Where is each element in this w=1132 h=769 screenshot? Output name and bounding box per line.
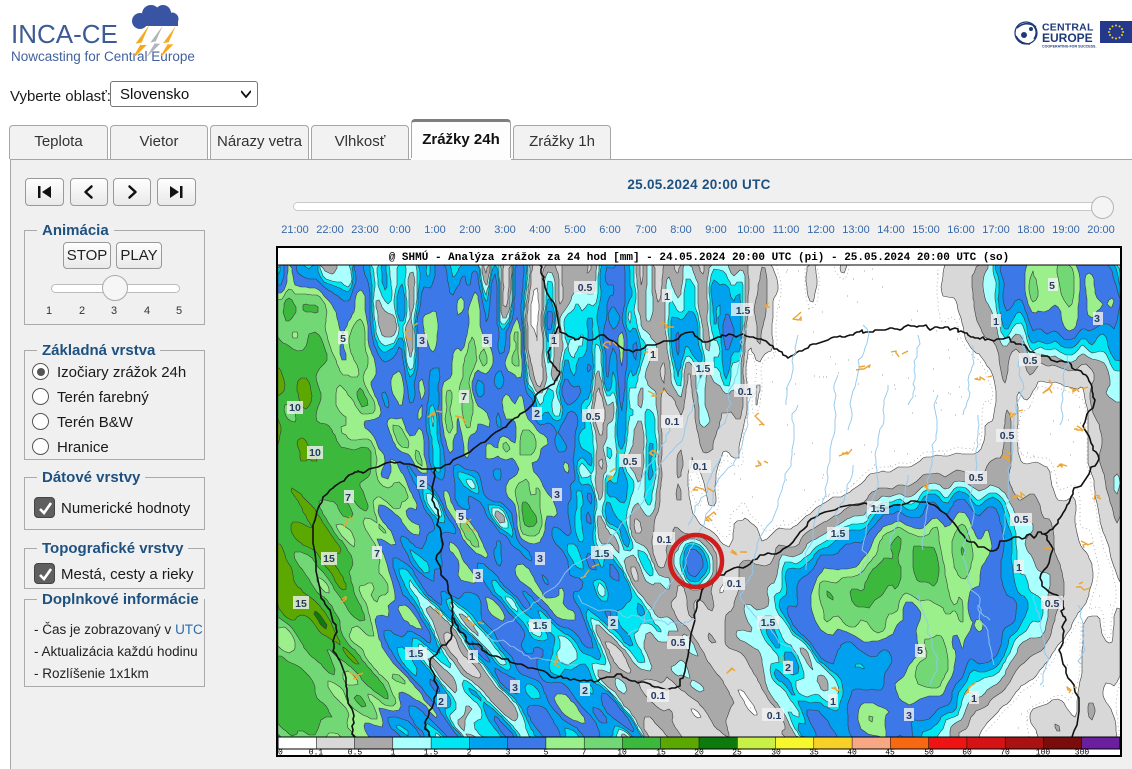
svg-text:3: 3	[554, 489, 560, 501]
svg-text:3: 3	[1094, 313, 1100, 325]
svg-text:0.1: 0.1	[657, 534, 672, 546]
svg-text:5: 5	[340, 333, 346, 345]
svg-text:0.1: 0.1	[693, 461, 708, 473]
svg-text:1.5: 1.5	[761, 617, 776, 629]
svg-text:1.5: 1.5	[736, 305, 751, 317]
svg-text:3: 3	[419, 335, 425, 347]
svg-text:0.5: 0.5	[671, 637, 686, 649]
svg-text:0.5: 0.5	[1045, 598, 1060, 610]
svg-text:1.5: 1.5	[831, 528, 846, 540]
svg-text:0.5: 0.5	[623, 456, 638, 468]
svg-text:2: 2	[534, 408, 540, 420]
svg-text:3: 3	[906, 710, 912, 722]
svg-text:5: 5	[458, 511, 464, 523]
svg-text:0.5: 0.5	[586, 411, 601, 423]
svg-text:@ SHMÚ - Analýza zrážok za 24: @ SHMÚ - Analýza zrážok za 24 hod [mm] -…	[389, 250, 1010, 264]
svg-text:1.5: 1.5	[409, 648, 424, 660]
svg-text:1.5: 1.5	[696, 363, 711, 375]
svg-text:1: 1	[993, 316, 999, 328]
svg-text:5: 5	[1049, 280, 1055, 292]
svg-text:COOPERATING FOR SUCCESS.: COOPERATING FOR SUCCESS.	[1042, 45, 1096, 49]
svg-text:1: 1	[971, 693, 977, 705]
svg-text:0.1: 0.1	[665, 416, 680, 428]
svg-text:2: 2	[785, 662, 791, 674]
svg-text:0.5: 0.5	[1000, 430, 1015, 442]
svg-text:3: 3	[537, 553, 543, 565]
svg-text:0.1: 0.1	[727, 578, 742, 590]
svg-text:10: 10	[309, 447, 321, 459]
svg-text:2: 2	[438, 696, 444, 708]
svg-text:1: 1	[551, 335, 557, 347]
svg-text:0.5: 0.5	[1014, 514, 1029, 526]
svg-text:0.1: 0.1	[738, 386, 753, 398]
svg-text:7: 7	[374, 548, 380, 560]
svg-text:0.5: 0.5	[578, 282, 593, 294]
svg-text:3: 3	[475, 570, 481, 582]
svg-text:7: 7	[345, 492, 351, 504]
svg-text:0.1: 0.1	[767, 710, 782, 722]
svg-text:5: 5	[917, 645, 923, 657]
svg-text:1: 1	[664, 291, 670, 303]
svg-text:2: 2	[582, 685, 588, 697]
svg-text:1.5: 1.5	[595, 548, 610, 560]
svg-text:1: 1	[469, 651, 475, 663]
svg-text:10: 10	[289, 402, 301, 414]
svg-text:7: 7	[461, 391, 467, 403]
svg-text:1: 1	[830, 696, 836, 708]
svg-text:1.5: 1.5	[871, 503, 886, 515]
svg-text:1: 1	[650, 349, 656, 361]
svg-text:3: 3	[512, 682, 518, 694]
svg-text:2: 2	[419, 478, 425, 490]
svg-text:15: 15	[323, 553, 335, 565]
svg-text:0.1: 0.1	[651, 690, 666, 702]
svg-text:1: 1	[1016, 562, 1022, 574]
svg-text:EUROPE: EUROPE	[1042, 31, 1093, 45]
svg-text:15: 15	[295, 598, 307, 610]
svg-text:5: 5	[483, 335, 489, 347]
svg-text:0.5: 0.5	[1023, 355, 1038, 367]
svg-text:1.5: 1.5	[533, 620, 548, 632]
svg-text:2: 2	[610, 617, 616, 629]
svg-text:0.5: 0.5	[969, 472, 984, 484]
